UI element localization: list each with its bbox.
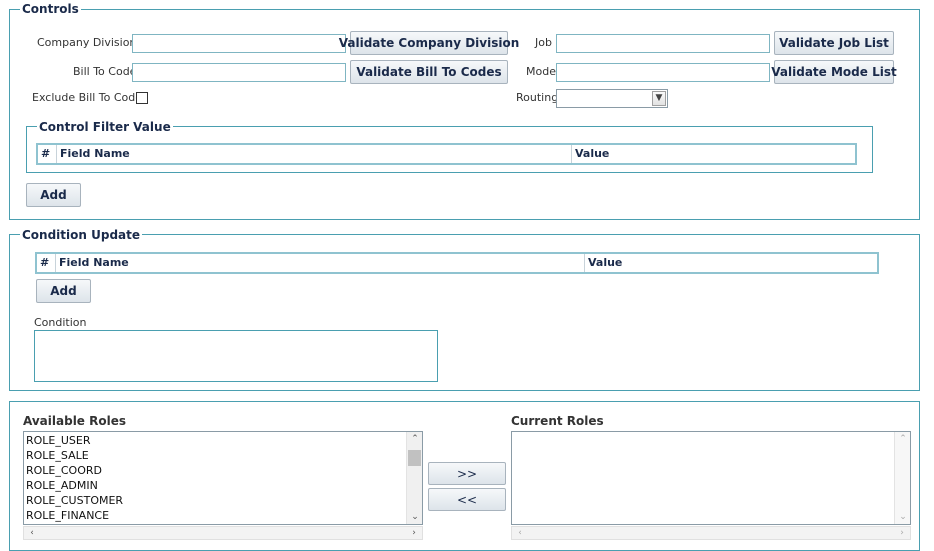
scroll-thumb[interactable] bbox=[408, 450, 421, 466]
condition-update-table: # Field Name Value bbox=[35, 252, 879, 274]
job-input[interactable] bbox=[556, 34, 770, 53]
controls-legend: Controls bbox=[20, 2, 81, 16]
role-option[interactable]: ROLE_COORD bbox=[24, 463, 406, 478]
exclude-bill-to-code-label: Exclude Bill To Code bbox=[32, 91, 143, 104]
column-header-number[interactable]: # bbox=[37, 254, 55, 272]
mode-label: Mode bbox=[526, 65, 556, 78]
condition-label: Condition bbox=[34, 316, 87, 329]
exclude-bill-to-code-checkbox[interactable] bbox=[136, 92, 148, 104]
available-roles-header: Available Roles bbox=[23, 414, 127, 428]
role-option[interactable]: ROLE_USER bbox=[24, 433, 406, 448]
scroll-right-icon[interactable]: › bbox=[894, 526, 910, 540]
validate-company-division-button[interactable]: Validate Company Division bbox=[339, 31, 519, 55]
condition-update-legend: Condition Update bbox=[20, 228, 143, 242]
control-filter-table: # Field Name Value bbox=[36, 143, 857, 165]
role-option[interactable]: ROLE_ADMIN bbox=[24, 478, 406, 493]
validate-bill-to-codes-button[interactable]: Validate Bill To Codes bbox=[350, 60, 508, 84]
remove-role-button[interactable]: << bbox=[428, 488, 506, 511]
job-label: Job bbox=[535, 36, 552, 49]
scroll-right-icon[interactable]: › bbox=[406, 526, 422, 540]
role-option[interactable]: ROLE_FINANCE bbox=[24, 508, 406, 523]
bill-to-code-label: Bill To Code bbox=[73, 65, 137, 78]
scroll-left-icon[interactable]: ‹ bbox=[24, 526, 40, 540]
current-roles-horizontal-scrollbar[interactable]: ‹ › bbox=[511, 526, 911, 540]
mode-input[interactable] bbox=[556, 63, 770, 82]
current-roles-header: Current Roles bbox=[511, 414, 604, 428]
scroll-down-icon[interactable]: ⌄ bbox=[407, 510, 423, 524]
control-filter-legend: Control Filter Value bbox=[37, 120, 173, 134]
scroll-down-icon[interactable]: ⌄ bbox=[895, 510, 911, 524]
column-header-number[interactable]: # bbox=[38, 145, 56, 163]
add-role-button[interactable]: >> bbox=[428, 462, 506, 485]
available-roles-horizontal-scrollbar[interactable]: ‹ › bbox=[23, 526, 423, 540]
column-header-value[interactable]: Value bbox=[571, 145, 855, 163]
role-option[interactable]: ROLE_CUSTOMER bbox=[24, 493, 406, 508]
company-divisions-label: Company Divisions bbox=[37, 36, 143, 49]
scroll-up-icon[interactable]: ⌃ bbox=[895, 432, 911, 446]
current-roles-scrollbar[interactable]: ⌃ ⌄ bbox=[894, 432, 910, 524]
validate-job-list-button[interactable]: Validate Job List bbox=[774, 31, 894, 55]
control-filter-add-button[interactable]: Add bbox=[26, 183, 81, 207]
role-option[interactable]: ROLE_SALE bbox=[24, 448, 406, 463]
routing-select[interactable]: ▼ bbox=[556, 89, 668, 108]
validate-mode-list-button[interactable]: Validate Mode List bbox=[771, 60, 897, 84]
column-header-value[interactable]: Value bbox=[584, 254, 877, 272]
column-header-field-name[interactable]: Field Name bbox=[55, 254, 584, 272]
condition-textarea[interactable] bbox=[34, 330, 438, 382]
bill-to-code-input[interactable] bbox=[132, 63, 346, 82]
available-roles-listbox[interactable]: ROLE_USER ROLE_SALE ROLE_COORD ROLE_ADMIN RO… bbox=[23, 431, 423, 525]
scroll-left-icon[interactable]: ‹ bbox=[512, 526, 528, 540]
condition-update-add-button[interactable]: Add bbox=[36, 279, 91, 303]
available-roles-options: ROLE_USER ROLE_SALE ROLE_COORD ROLE_ADMIN RO… bbox=[24, 433, 406, 523]
company-divisions-input[interactable] bbox=[132, 34, 346, 53]
column-header-field-name[interactable]: Field Name bbox=[56, 145, 571, 163]
current-roles-listbox[interactable]: ⌃ ⌄ bbox=[511, 431, 911, 525]
routing-label: Routing bbox=[516, 91, 559, 104]
scroll-up-icon[interactable]: ⌃ bbox=[407, 432, 423, 446]
chevron-down-icon[interactable]: ▼ bbox=[652, 91, 666, 106]
available-roles-scrollbar[interactable]: ⌃ ⌄ bbox=[406, 432, 422, 524]
